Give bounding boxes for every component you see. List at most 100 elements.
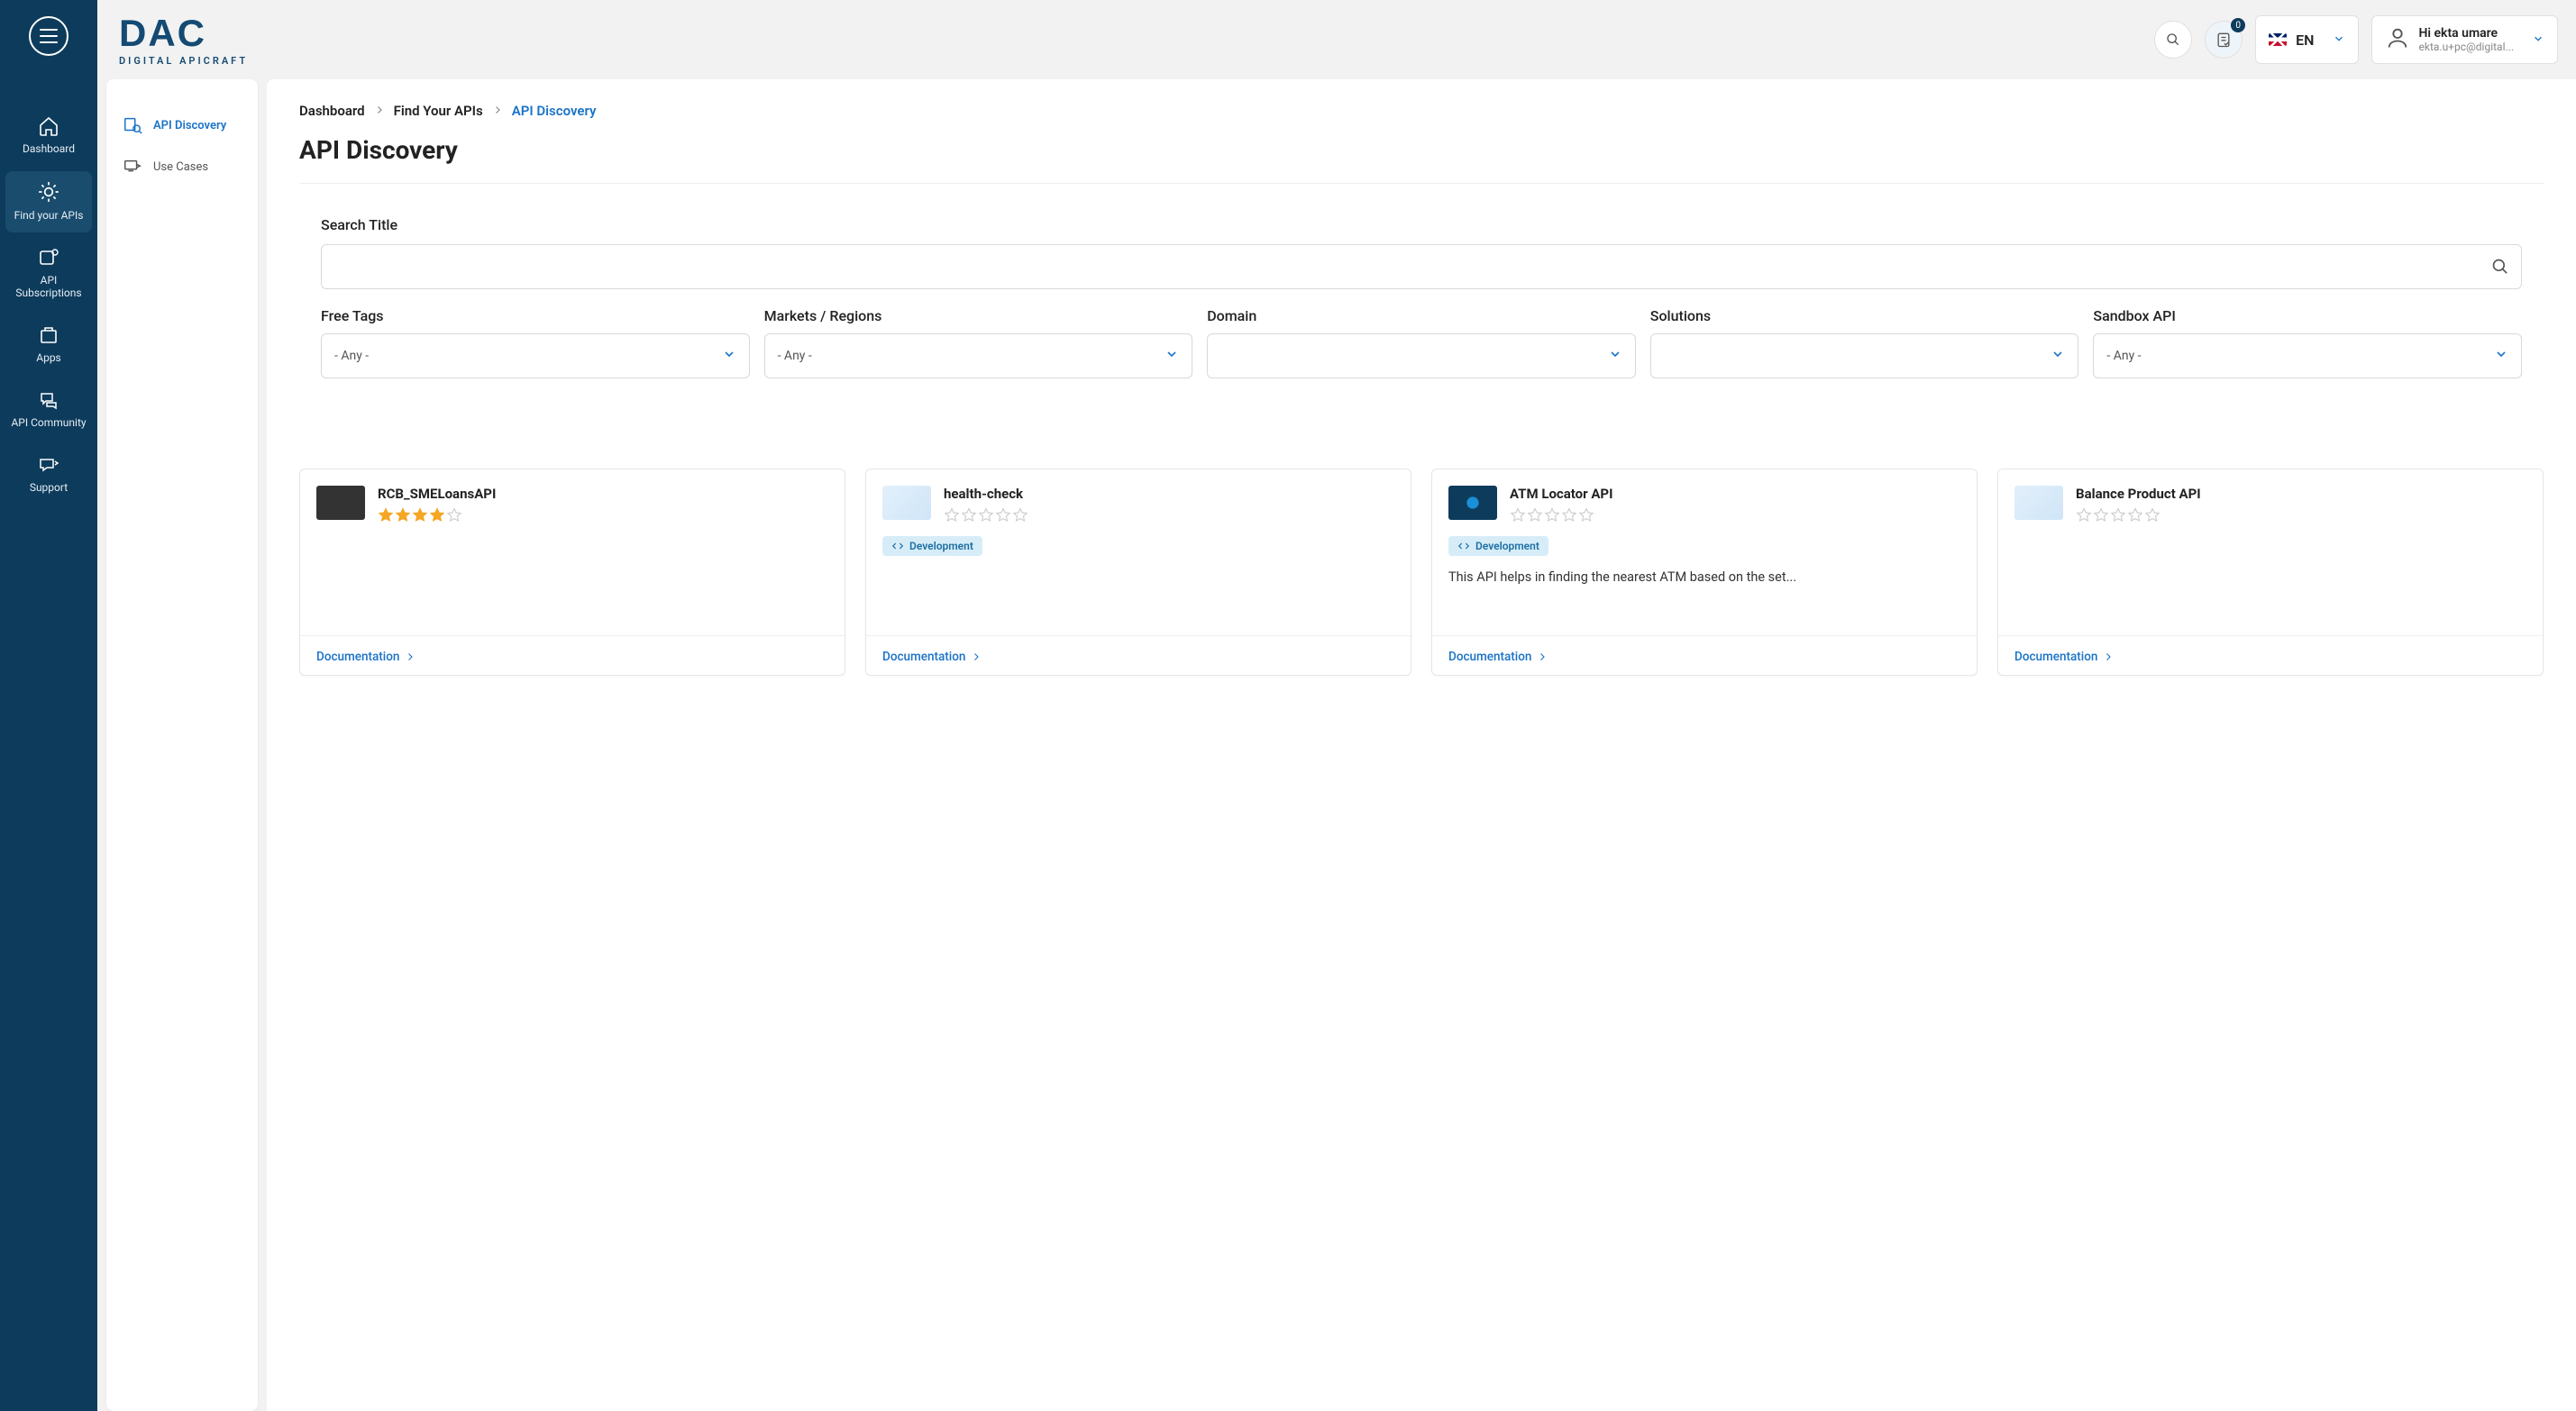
- page-title: API Discovery: [299, 135, 2544, 165]
- rating-stars: [944, 507, 1028, 523]
- crumb-dashboard[interactable]: Dashboard: [299, 103, 365, 119]
- chevron-right-icon: [1537, 651, 1548, 662]
- search-title-label: Search Title: [321, 216, 2522, 233]
- language-selector[interactable]: EN: [2255, 15, 2358, 64]
- star-icon: [412, 507, 428, 523]
- rating-stars: [2076, 507, 2201, 523]
- chevron-right-icon: [492, 103, 503, 119]
- status-tag: Development: [1448, 536, 1548, 556]
- card-description: This API helps in finding the nearest AT…: [1448, 569, 1960, 624]
- filter-value: - Any -: [334, 349, 369, 363]
- filter-solutions: Solutions: [1650, 307, 2079, 378]
- rail-item-apps[interactable]: Apps: [5, 315, 92, 375]
- filter-free-tags: Free Tags- Any -: [321, 307, 750, 378]
- community-icon: [38, 389, 59, 411]
- star-icon: [2110, 507, 2126, 523]
- hamburger-icon: [40, 29, 58, 43]
- rating-stars: [378, 507, 496, 523]
- star-icon: [1510, 507, 1526, 523]
- rail-label: Find your APIs: [14, 209, 84, 222]
- api-card[interactable]: ATM Locator API Development This API helps…: [1431, 469, 1978, 676]
- star-icon: [1544, 507, 1560, 523]
- api-card[interactable]: Balance Product APIDocumentation: [1997, 469, 2544, 676]
- search-title-input[interactable]: [321, 244, 2522, 289]
- user-email: ekta.u+pc@digital...: [2419, 41, 2515, 53]
- card-thumbnail: [316, 486, 365, 520]
- rail-item-community[interactable]: API Community: [5, 380, 92, 440]
- crumb-find-apis[interactable]: Find Your APIs: [394, 103, 483, 119]
- chevron-down-icon: [1165, 347, 1179, 365]
- main-area: DAC DIGITAL APICRAFT 0 EN Hi ekta umare …: [97, 0, 2576, 1411]
- crumb-current: API Discovery: [512, 103, 597, 119]
- sidebar-item-label: API Discovery: [153, 119, 226, 132]
- rail-item-support[interactable]: Support: [5, 445, 92, 505]
- menu-toggle-button[interactable]: [29, 16, 69, 56]
- filter-select[interactable]: [1650, 333, 2079, 378]
- chevron-right-icon: [374, 103, 385, 119]
- home-icon: [38, 115, 59, 137]
- filter-value: - Any -: [778, 349, 812, 363]
- card-thumbnail: [882, 486, 931, 520]
- apps-icon: [38, 324, 59, 346]
- filter-sandbox-api: Sandbox API- Any -: [2093, 307, 2522, 378]
- nav-rail: Dashboard Find your APIs API Subscriptio…: [0, 0, 97, 1411]
- filter-select[interactable]: - Any -: [2093, 333, 2522, 378]
- star-icon: [944, 507, 960, 523]
- star-icon: [1527, 507, 1543, 523]
- uk-flag-icon: [2269, 33, 2287, 46]
- filter-value: - Any -: [2106, 349, 2141, 363]
- chevron-right-icon: [2103, 651, 2114, 662]
- star-icon: [978, 507, 994, 523]
- chevron-down-icon: [2333, 32, 2345, 49]
- brand-logo: DAC DIGITAL APICRAFT: [119, 14, 248, 66]
- rating-stars: [1510, 507, 1612, 523]
- star-icon: [1578, 507, 1594, 523]
- filter-select[interactable]: - Any -: [321, 333, 750, 378]
- rail-item-find-apis[interactable]: Find your APIs: [5, 171, 92, 232]
- star-icon: [2127, 507, 2143, 523]
- card-description: [316, 536, 828, 624]
- chevron-right-icon: [405, 651, 416, 662]
- rail-item-dashboard[interactable]: Dashboard: [5, 106, 92, 166]
- user-greeting: Hi ekta umare: [2419, 26, 2515, 41]
- filter-label: Domain: [1207, 307, 1636, 324]
- filter-domain: Domain: [1207, 307, 1636, 378]
- results-grid: RCB_SMELoansAPIDocumentationhealth-check…: [299, 469, 2544, 676]
- brand-name: DAC: [119, 14, 248, 52]
- notifications-button[interactable]: 0: [2205, 21, 2243, 59]
- rail-label: API Community: [11, 416, 86, 429]
- star-icon: [395, 507, 411, 523]
- clipboard-icon: [2215, 31, 2233, 49]
- star-icon: [2093, 507, 2109, 523]
- global-search-button[interactable]: [2154, 21, 2192, 59]
- api-card[interactable]: health-checkDevelopmentDocumentation: [865, 469, 1411, 676]
- documentation-link[interactable]: Documentation: [882, 650, 982, 664]
- api-card[interactable]: RCB_SMELoansAPIDocumentation: [299, 469, 845, 676]
- chevron-right-icon: [971, 651, 982, 662]
- rail-label: Apps: [36, 351, 61, 364]
- filter-select[interactable]: - Any -: [764, 333, 1193, 378]
- section-sidebar: API Discovery Use Cases: [106, 79, 258, 1411]
- search-icon[interactable]: [2491, 258, 2509, 276]
- card-description: [882, 569, 1394, 624]
- chevron-down-icon: [722, 347, 736, 365]
- divider: [299, 183, 2544, 184]
- sidebar-item-use-cases[interactable]: Use Cases: [106, 146, 258, 187]
- card-title: ATM Locator API: [1510, 486, 1612, 502]
- usecases-icon: [123, 157, 142, 177]
- rail-item-subscriptions[interactable]: API Subscriptions: [5, 238, 92, 310]
- user-menu[interactable]: Hi ekta umare ekta.u+pc@digital...: [2371, 15, 2559, 64]
- language-label: EN: [2296, 32, 2314, 49]
- chevron-down-icon: [2051, 347, 2065, 365]
- documentation-link[interactable]: Documentation: [316, 650, 416, 664]
- sidebar-item-api-discovery[interactable]: API Discovery: [106, 105, 258, 146]
- code-icon: [1457, 540, 1470, 552]
- filter-label: Markets / Regions: [764, 307, 1193, 324]
- rail-label: Dashboard: [23, 142, 75, 155]
- filter-select[interactable]: [1207, 333, 1636, 378]
- star-icon: [2144, 507, 2160, 523]
- documentation-link[interactable]: Documentation: [1448, 650, 1548, 664]
- documentation-link[interactable]: Documentation: [2014, 650, 2114, 664]
- star-icon: [446, 507, 462, 523]
- star-icon: [2076, 507, 2092, 523]
